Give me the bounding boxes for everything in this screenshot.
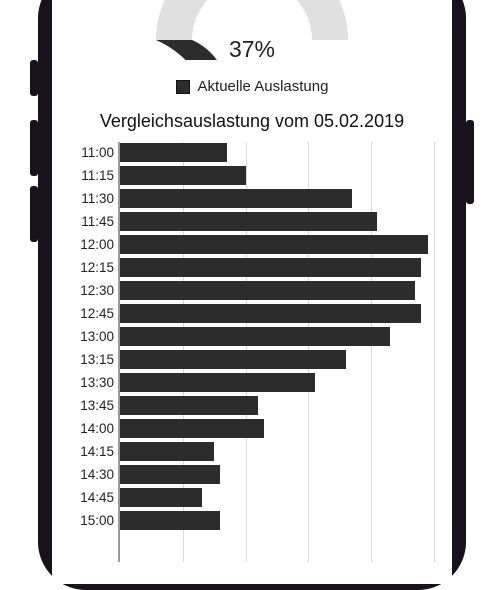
utilization-bar [120,189,352,208]
phone-volume-down-button [30,186,38,242]
utilization-bar [120,488,202,507]
utilization-bar [120,281,415,300]
time-label: 13:00 [70,326,114,347]
time-label: 14:30 [70,464,114,485]
time-label: 12:00 [70,234,114,255]
utilization-bar [120,511,220,530]
table-row: 14:00 [120,418,434,439]
utilization-bar [120,212,377,231]
table-row: 14:15 [120,441,434,462]
utilization-bar [120,327,390,346]
time-label: 13:45 [70,395,114,416]
phone-side-button [30,60,38,96]
table-row: 15:00 [120,510,434,531]
time-label: 12:30 [70,280,114,301]
time-label: 11:30 [70,188,114,209]
time-label: 14:15 [70,441,114,462]
time-label: 14:00 [70,418,114,439]
time-label: 11:45 [70,211,114,232]
table-row: 12:30 [120,280,434,301]
utilization-bar [120,304,421,323]
utilization-bar [120,235,428,254]
table-row: 11:15 [120,165,434,186]
time-label: 12:15 [70,257,114,278]
time-label: 12:45 [70,303,114,324]
utilization-bar [120,419,264,438]
time-label: 13:15 [70,349,114,370]
table-row: 11:45 [120,211,434,232]
utilization-bar [120,350,346,369]
legend: Aktuelle Auslastung [52,78,452,95]
utilization-bar [120,143,227,162]
screen: 37% Aktuelle Auslastung Vergleichsauslas… [52,0,452,584]
utilization-bar [120,166,246,185]
legend-label: Aktuelle Auslastung [198,78,329,95]
phone-volume-up-button [30,120,38,176]
utilization-bar [120,442,214,461]
time-label: 13:30 [70,372,114,393]
table-row: 12:15 [120,257,434,278]
legend-swatch-icon [176,80,190,94]
utilization-bar [120,258,421,277]
table-row: 14:30 [120,464,434,485]
gridline [434,142,435,562]
utilization-bar [120,465,220,484]
comparison-title: Vergleichsauslastung vom 05.02.2019 [52,111,452,132]
utilization-bar [120,396,258,415]
time-label: 14:45 [70,487,114,508]
comparison-bar-chart: 11:0011:1511:3011:4512:0012:1512:3012:45… [118,142,434,562]
table-row: 11:00 [120,142,434,163]
phone-power-button [466,120,474,204]
table-row: 11:30 [120,188,434,209]
table-row: 14:45 [120,487,434,508]
table-row: 13:00 [120,326,434,347]
gauge-chart: 37% [52,0,452,72]
table-row: 13:45 [120,395,434,416]
table-row: 12:00 [120,234,434,255]
utilization-bar [120,373,315,392]
table-row: 13:30 [120,372,434,393]
time-label: 11:00 [70,142,114,163]
table-row: 12:45 [120,303,434,324]
time-label: 15:00 [70,510,114,531]
gauge-percent-label: 37% [52,36,452,63]
table-row: 13:15 [120,349,434,370]
time-label: 11:15 [70,165,114,186]
